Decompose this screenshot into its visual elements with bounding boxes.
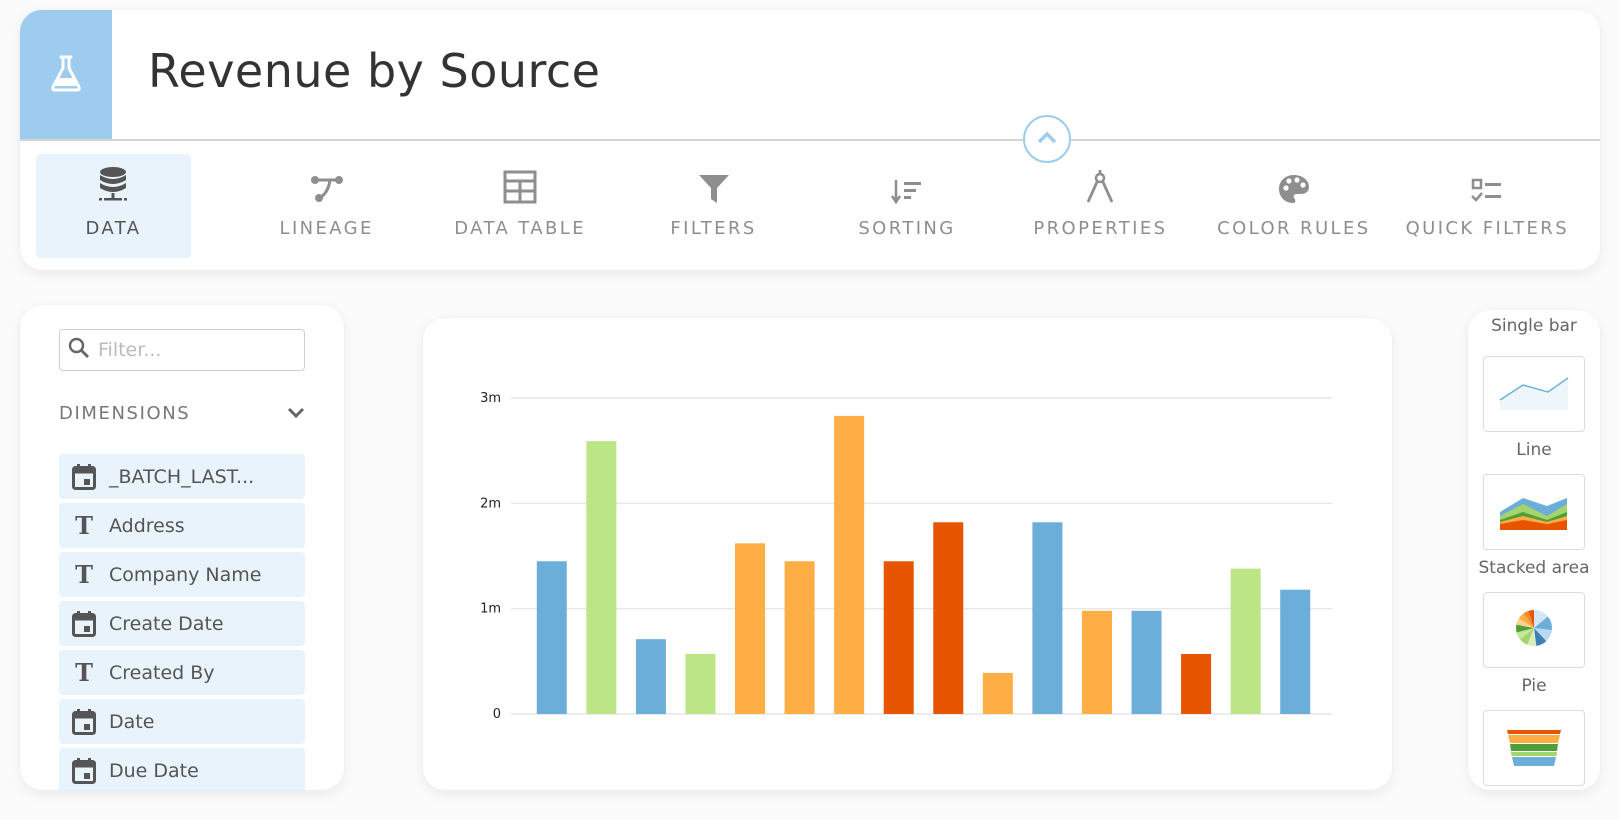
- dimensions-label: DIMENSIONS: [59, 403, 191, 424]
- dimension-item[interactable]: _BATCH_LAST...: [59, 454, 305, 499]
- filter-field[interactable]: [59, 329, 305, 371]
- stacked-area-chart-icon: [1499, 490, 1569, 534]
- search-icon: [68, 337, 90, 363]
- dimension-item[interactable]: Due Date: [59, 748, 305, 790]
- dimension-item[interactable]: Create Date: [59, 601, 305, 646]
- tab-label: DATA: [85, 217, 142, 239]
- tab-label: QUICK FILTERS: [1405, 217, 1570, 239]
- y-tick-label: 2m: [480, 496, 501, 511]
- dimensions-list: _BATCH_LAST... T Address T Company Name Creat…: [59, 454, 305, 790]
- bar[interactable]: [784, 561, 815, 714]
- bar[interactable]: [1081, 610, 1112, 714]
- tab-label: COLOR RULES: [1217, 217, 1371, 239]
- bar[interactable]: [536, 561, 567, 714]
- lineage-icon: [310, 174, 344, 208]
- palette-icon: [1278, 174, 1310, 208]
- dimension-name: Company Name: [109, 563, 262, 586]
- dimension-name: Date: [109, 710, 155, 733]
- filter-input[interactable]: [98, 339, 298, 361]
- text-type-icon: T: [75, 510, 93, 540]
- tab-label: DATA TABLE: [454, 217, 586, 239]
- y-tick-label: 0: [493, 707, 501, 722]
- fields-panel: DIMENSIONS _BATCH_LAST... T Address T Compan…: [20, 305, 344, 790]
- chart-panel: 0 1m 2m 3m: [423, 318, 1392, 790]
- bar[interactable]: [735, 543, 766, 714]
- bar[interactable]: [586, 441, 617, 714]
- bar[interactable]: [685, 653, 716, 714]
- table-icon: [503, 170, 537, 208]
- tab-label: PROPERTIES: [1033, 217, 1168, 239]
- dimension-name: Address: [109, 514, 185, 537]
- bar[interactable]: [982, 672, 1013, 714]
- dimension-name: Due Date: [109, 759, 199, 782]
- header-divider: [20, 139, 1600, 141]
- sort-icon: [890, 178, 923, 208]
- flask-icon: [49, 54, 83, 96]
- header-panel: Revenue by Source DATA LINEAGE DATA TABL…: [20, 10, 1600, 270]
- collapse-header-button[interactable]: [1023, 115, 1071, 163]
- tab-lineage[interactable]: LINEAGE: [230, 154, 423, 258]
- chart-type-label: Line: [1516, 440, 1552, 460]
- chart-type-line[interactable]: Line: [1468, 356, 1600, 460]
- bar[interactable]: [834, 415, 865, 714]
- toolbar-tabs: DATA LINEAGE DATA TABLE FILTERS SORTING …: [36, 154, 1584, 258]
- dimension-item[interactable]: T Created By: [59, 650, 305, 695]
- tab-label: SORTING: [858, 217, 956, 239]
- calendar-icon: [71, 463, 97, 490]
- tab-label: LINEAGE: [279, 217, 374, 239]
- current-chart-type: Single bar: [1491, 316, 1577, 336]
- brand-block: [20, 10, 112, 139]
- tab-color-rules[interactable]: COLOR RULES: [1197, 154, 1390, 258]
- chart-type-label: Pie: [1521, 676, 1547, 696]
- page-title: Revenue by Source: [148, 44, 601, 98]
- checklist-icon: [1471, 178, 1503, 208]
- database-icon: [97, 166, 129, 208]
- chevron-up-icon: [1037, 130, 1057, 149]
- pie-chart-icon: [1514, 608, 1554, 652]
- calendar-icon: [71, 708, 97, 735]
- bar[interactable]: [933, 522, 964, 714]
- funnel-icon: [698, 174, 730, 208]
- calendar-icon: [71, 757, 97, 784]
- tab-quick-filters[interactable]: QUICK FILTERS: [1391, 154, 1584, 258]
- bar[interactable]: [635, 639, 666, 714]
- bar[interactable]: [1131, 610, 1162, 714]
- chart-type-pie[interactable]: Pie: [1468, 592, 1600, 696]
- bar[interactable]: [1032, 522, 1063, 714]
- text-type-icon: T: [75, 657, 93, 687]
- bar[interactable]: [883, 561, 914, 714]
- chart-type-stacked-area[interactable]: Stacked area: [1468, 474, 1600, 578]
- tab-data[interactable]: DATA: [36, 154, 191, 258]
- line-chart-icon: [1499, 372, 1569, 416]
- funnel-chart-icon: [1507, 726, 1561, 770]
- tab-sorting[interactable]: SORTING: [810, 154, 1003, 258]
- tab-properties[interactable]: PROPERTIES: [1004, 154, 1197, 258]
- tab-filters[interactable]: FILTERS: [617, 154, 810, 258]
- y-tick-label: 1m: [480, 602, 501, 617]
- bar[interactable]: [1230, 568, 1261, 714]
- dimension-name: Create Date: [109, 612, 224, 635]
- dimension-name: Created By: [109, 661, 215, 684]
- dimension-name: _BATCH_LAST...: [109, 465, 255, 488]
- chart-type-list: Line Stacked area Pie: [1468, 356, 1600, 790]
- compass-icon: [1085, 169, 1115, 208]
- tab-data-table[interactable]: DATA TABLE: [423, 154, 616, 258]
- bar[interactable]: [1181, 653, 1212, 714]
- bar[interactable]: [1280, 589, 1311, 714]
- chart-type-panel: Single bar Line Stacked area Pie: [1468, 310, 1600, 790]
- chevron-down-icon[interactable]: [287, 404, 305, 423]
- dimension-item[interactable]: T Company Name: [59, 552, 305, 597]
- dimension-item[interactable]: Date: [59, 699, 305, 744]
- dimension-item[interactable]: T Address: [59, 503, 305, 548]
- text-type-icon: T: [75, 559, 93, 589]
- dimensions-header[interactable]: DIMENSIONS: [59, 403, 305, 424]
- calendar-icon: [71, 610, 97, 637]
- chart-type-label: Stacked area: [1478, 558, 1590, 578]
- chart-type-funnel[interactable]: [1468, 710, 1600, 786]
- y-tick-label: 3m: [480, 391, 501, 406]
- tab-label: FILTERS: [670, 217, 757, 239]
- bar-chart: 0 1m 2m 3m: [480, 391, 1332, 722]
